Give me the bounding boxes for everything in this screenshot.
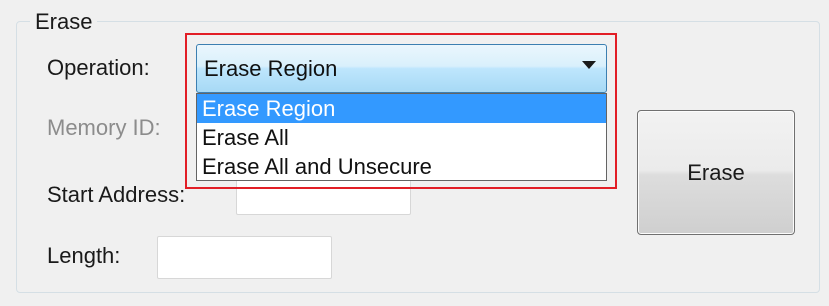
memory-id-label: Memory ID:: [47, 115, 161, 140]
operation-selected-value: Erase Region: [204, 56, 338, 81]
length-label: Length:: [47, 243, 121, 268]
erase-panel: Erase Operation: Erase Region Memory ID:…: [0, 0, 829, 306]
option-erase-region[interactable]: Erase Region: [197, 94, 606, 123]
operation-label: Operation:: [47, 55, 150, 80]
option-erase-all[interactable]: Erase All: [197, 123, 606, 152]
length-field[interactable]: [157, 236, 332, 279]
chevron-down-icon[interactable]: [582, 61, 596, 69]
start-address-label: Start Address:: [47, 182, 186, 207]
erase-button[interactable]: Erase: [637, 110, 795, 235]
option-erase-all-and-unsecure[interactable]: Erase All and Unsecure: [197, 152, 606, 181]
groupbox-title: Erase: [30, 9, 98, 35]
operation-dropdown-list: Erase Region Erase All Erase All and Uns…: [196, 93, 607, 181]
operation-select[interactable]: Erase Region: [196, 44, 607, 93]
